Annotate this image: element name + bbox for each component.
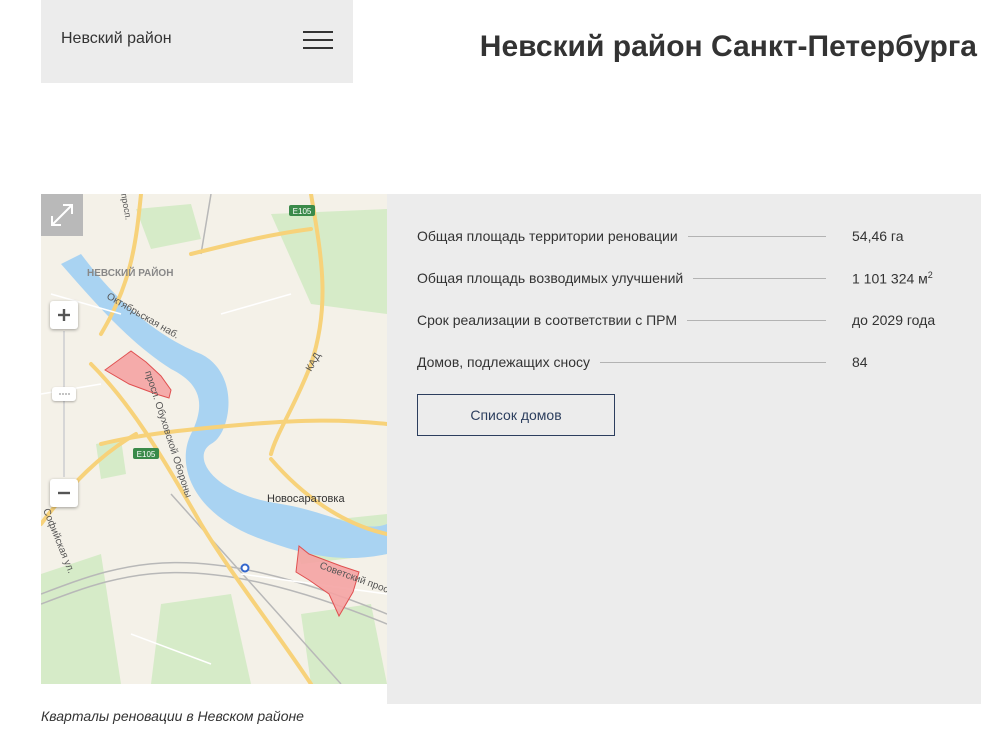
stat-value: 54,46 га (852, 228, 904, 244)
stat-value: 84 (852, 354, 868, 370)
page-title: Невский район Санкт-Петербурга (479, 30, 977, 63)
stat-row-territory-area: Общая площадь территории реновации 54,46… (417, 224, 961, 248)
sofiyskaya-label: Софийская ул. (41, 507, 77, 575)
renovation-stats-panel: Общая площадь территории реновации 54,46… (387, 194, 981, 704)
expand-arrows-icon (51, 204, 73, 226)
map-caption: Кварталы реновации в Невском районе (41, 708, 304, 724)
stat-value: до 2029 года (852, 312, 935, 328)
novosaratovka-label: Новосаратовка (267, 493, 345, 505)
fullscreen-button[interactable] (41, 194, 83, 236)
renovation-map[interactable]: E105 E105 НЕВСКИЙ РАЙОН Октябрьская наб.… (41, 194, 387, 684)
district-name: Невский район (61, 30, 172, 47)
zoom-slider-handle[interactable] (52, 387, 76, 401)
houses-list-button[interactable]: Список домов (417, 394, 615, 436)
e105-top-label: E105 (293, 207, 312, 216)
stat-row-improvements-area: Общая площадь возводимых улучшений 1 101… (417, 266, 961, 290)
stat-value-text: 1 101 324 м (852, 270, 928, 287)
highway-shield-e105-top: E105 (289, 205, 315, 216)
district-menu-bar: Невский район (41, 0, 353, 83)
kad-label: КАД (304, 351, 323, 374)
zoom-out-button[interactable] (50, 479, 78, 507)
stat-label: Общая площадь территории реновации (417, 228, 688, 244)
zoom-slider-track[interactable] (63, 331, 65, 477)
hamburger-menu-icon[interactable] (303, 31, 333, 49)
plus-icon (58, 309, 70, 321)
district-map-label: НЕВСКИЙ РАЙОН (87, 266, 173, 279)
stat-value-text: до 2029 года (852, 312, 936, 328)
stat-value-text: 54,46 га (852, 228, 904, 244)
prosp-top-label: просп. (119, 194, 133, 221)
minus-icon (58, 491, 70, 495)
stat-label: Домов, подлежащих сносу (417, 354, 600, 370)
stat-label: Общая площадь возводимых улучшений (417, 270, 694, 286)
stat-label: Срок реализации в соответствии с ПРМ (417, 312, 687, 328)
map-canvas: E105 E105 НЕВСКИЙ РАЙОН Октябрьская наб.… (41, 194, 387, 684)
metro-station-marker (240, 563, 250, 573)
stat-value-text: 84 (852, 354, 868, 370)
zoom-in-button[interactable] (50, 301, 78, 329)
grip-icon (59, 393, 70, 395)
e105-bottom-label: E105 (137, 450, 156, 459)
stat-value-superscript: 2 (927, 270, 933, 280)
stat-row-deadline: Срок реализации в соответствии с ПРМ до … (417, 308, 961, 332)
highway-shield-e105-bottom: E105 (133, 448, 159, 459)
stat-row-houses-to-demolish: Домов, подлежащих сносу 84 (417, 350, 961, 374)
stat-value: 1 101 324 м2 (852, 270, 933, 287)
